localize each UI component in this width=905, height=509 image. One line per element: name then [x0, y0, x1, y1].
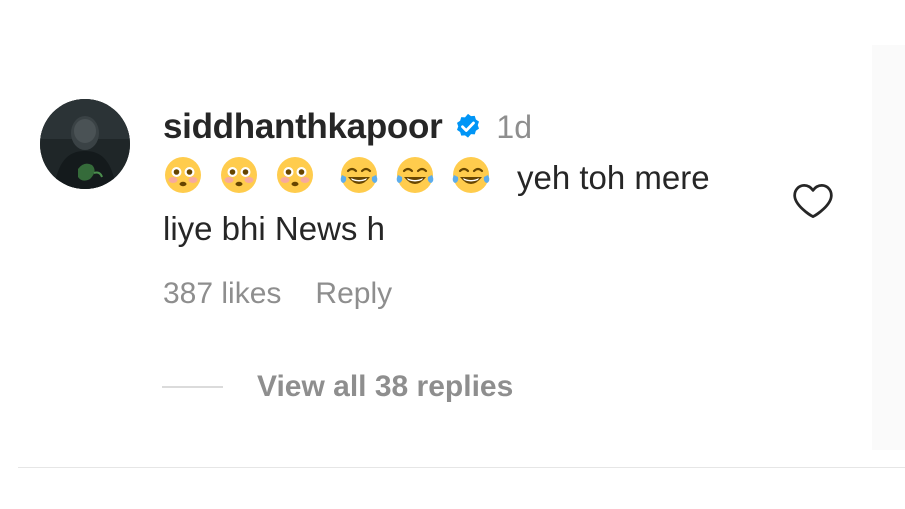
bottom-divider: [18, 467, 905, 468]
heart-outline-icon[interactable]: [790, 179, 836, 223]
flushed-face-emoji: [165, 157, 201, 193]
panel-edge: [872, 45, 905, 450]
replies-line-divider: [162, 386, 223, 388]
view-replies-label: View all 38 replies: [257, 370, 514, 403]
tears-of-joy-emoji: [452, 157, 490, 193]
avatar[interactable]: [40, 99, 130, 189]
verified-badge-icon: [457, 113, 480, 138]
comment-time[interactable]: 1d: [496, 109, 532, 146]
tears-of-joy-emoji: [396, 157, 434, 193]
view-replies-button[interactable]: View all 38 replies: [162, 366, 513, 408]
like-count[interactable]: 387 likes: [163, 277, 281, 311]
comment-body: yeh toh mere liye bhi News h: [163, 152, 763, 254]
tears-of-joy-emoji: [340, 157, 378, 193]
comment-actions: 387 likes Reply: [163, 274, 392, 314]
flushed-face-emoji: [277, 157, 313, 193]
username[interactable]: siddhanthkapoor: [163, 107, 443, 147]
flushed-face-emoji: [221, 157, 257, 193]
comment-header: siddhanthkapoor 1d: [163, 104, 532, 150]
reply-button[interactable]: Reply: [315, 277, 392, 311]
emoji-group: [163, 155, 507, 195]
